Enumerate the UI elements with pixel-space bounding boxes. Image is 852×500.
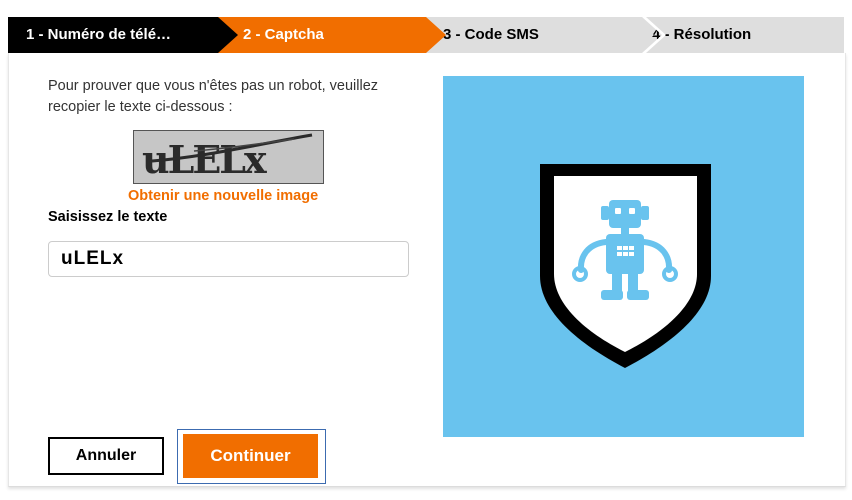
cancel-button[interactable]: Annuler — [48, 437, 164, 475]
step-phone-number: 1 - Numéro de télé… — [8, 17, 238, 53]
continue-button[interactable]: Continuer — [183, 434, 318, 478]
step-label: 4 - Résolution — [652, 26, 752, 43]
step-captcha: 2 - Captcha — [216, 17, 446, 53]
captcha-input[interactable] — [48, 241, 409, 277]
step-sms-code: 3 - Code SMS — [424, 17, 654, 53]
captcha-input-label: Saisissez le texte — [48, 209, 168, 225]
instructions-text: Pour prouver que vous n'êtes pas un robo… — [48, 78, 379, 115]
step-label: 1 - Numéro de télé… — [26, 26, 172, 43]
new-captcha-image-link[interactable]: Obtenir une nouvelle image — [128, 188, 318, 204]
illustration-panel — [443, 76, 804, 437]
robot-shield-icon — [540, 164, 711, 368]
step-label: 2 - Captcha — [243, 26, 324, 43]
progress-stepper: 1 - Numéro de télé… 2 - Captcha 3 - Code… — [8, 17, 844, 53]
captcha-image: uLELx — [133, 130, 324, 184]
step-label: 3 - Code SMS — [443, 26, 539, 43]
